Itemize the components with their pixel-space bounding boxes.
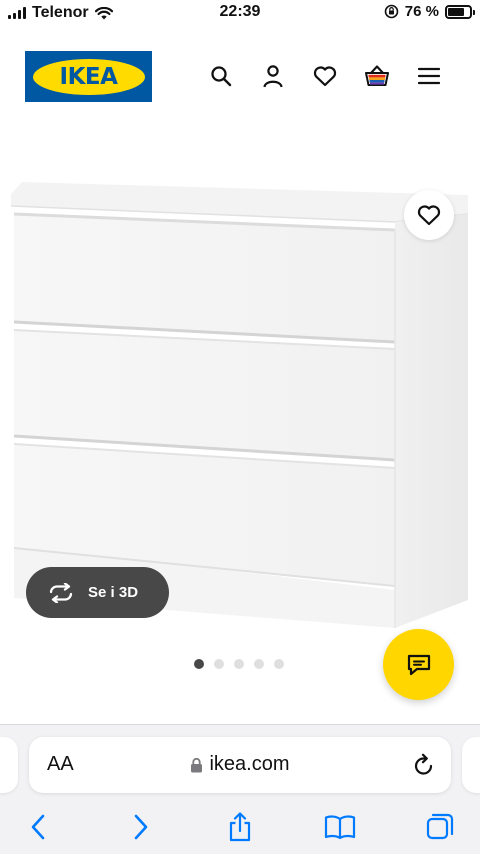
lock-icon [191, 757, 203, 772]
carousel-dot[interactable] [274, 659, 284, 669]
battery-percent: 76 % [404, 3, 439, 20]
battery-icon [445, 4, 475, 19]
battery-fill [448, 7, 464, 16]
book-icon [324, 815, 356, 840]
next-tab-preview[interactable] [462, 737, 480, 793]
rotate-3d-icon [49, 582, 73, 603]
profile-icon[interactable] [260, 62, 286, 90]
url-text: ikea.com [209, 753, 290, 775]
back-button[interactable] [22, 811, 54, 843]
share-icon [229, 812, 251, 842]
view-in-3d-label: Se i 3D [88, 584, 139, 601]
carousel-dot[interactable] [254, 659, 264, 669]
add-to-favourites-button[interactable] [404, 190, 454, 240]
menu-icon[interactable] [416, 62, 442, 90]
view-in-3d-button[interactable]: Se i 3D [26, 567, 169, 618]
carousel-dot[interactable] [234, 659, 244, 669]
reload-button[interactable] [413, 753, 435, 782]
reload-icon [414, 753, 433, 775]
search-icon[interactable] [208, 62, 234, 90]
carousel-dot[interactable] [194, 659, 204, 669]
battery-group: 76 % [384, 3, 475, 20]
status-bar: Telenor 22:39 76 % [0, 0, 480, 28]
chevron-left-icon [31, 814, 45, 840]
chat-button[interactable] [383, 629, 454, 700]
forward-button[interactable] [125, 811, 157, 843]
bookmarks-button[interactable] [324, 811, 356, 843]
image-carousel-dots [194, 659, 284, 669]
chat-icon [407, 654, 430, 675]
orientation-lock-icon [384, 4, 399, 19]
browser-chrome: AA ikea.com [0, 724, 480, 854]
logo-oval: IKEA [32, 58, 145, 95]
ikea-logo[interactable]: IKEA [25, 51, 152, 102]
previous-tab-preview[interactable] [0, 737, 18, 793]
url-display[interactable]: ikea.com [29, 753, 451, 776]
share-button[interactable] [224, 811, 256, 843]
tabs-button[interactable] [424, 811, 456, 843]
logo-text: IKEA [59, 63, 118, 90]
heart-icon [417, 205, 441, 226]
tabs-icon [426, 813, 454, 840]
cart-icon[interactable] [364, 62, 390, 90]
carousel-dot[interactable] [214, 659, 224, 669]
header-actions [208, 62, 442, 90]
favourites-icon[interactable] [312, 62, 338, 90]
address-bar[interactable]: AA ikea.com [29, 737, 451, 793]
chevron-right-icon [134, 814, 148, 840]
